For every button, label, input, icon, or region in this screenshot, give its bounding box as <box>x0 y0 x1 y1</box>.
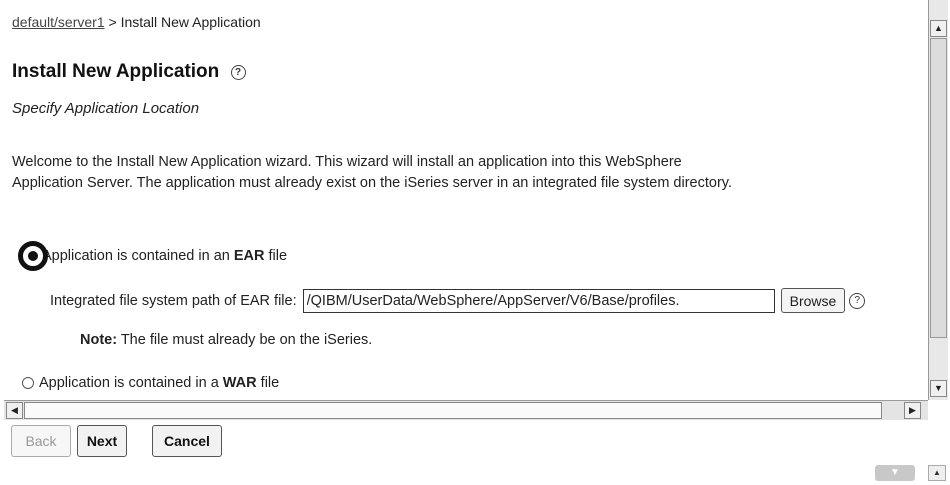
ear-option[interactable]: Application is contained in an EAR file <box>18 241 287 271</box>
browse-button[interactable]: Browse <box>780 288 846 313</box>
note-text: Note: The file must already be on the iS… <box>80 332 372 348</box>
page-subtitle: Specify Application Location <box>12 100 200 117</box>
vertical-scrollbar[interactable]: ▲ ▼ <box>928 0 948 400</box>
intro-line-2: Application Server. The application must… <box>12 175 732 191</box>
next-button[interactable]: Next <box>77 425 127 457</box>
war-option[interactable]: Application is contained in a WAR file <box>22 375 279 391</box>
horizontal-scrollbar[interactable]: ◀ ▶ <box>4 400 928 420</box>
triangle-up-icon[interactable]: ▲ <box>930 20 947 37</box>
help-icon[interactable]: ? <box>849 292 866 309</box>
cancel-button[interactable]: Cancel <box>152 425 222 457</box>
intro-line-1: Welcome to the Install New Application w… <box>12 154 682 170</box>
ear-path-row: Integrated file system path of EAR file:… <box>50 288 866 313</box>
ear-path-label: Integrated file system path of EAR file: <box>50 292 297 309</box>
ear-option-prefix: Application is contained in an <box>42 248 230 264</box>
war-radio-button[interactable] <box>22 377 34 389</box>
triangle-down-icon[interactable]: ▼ <box>930 380 947 397</box>
ear-path-input[interactable] <box>302 288 775 313</box>
war-option-suffix: file <box>256 375 280 391</box>
chevron-down-icon[interactable]: ▼ <box>875 465 915 481</box>
wizard-footer: Back Next Cancel <box>0 420 950 485</box>
triangle-up-icon[interactable]: ▲ <box>928 465 946 481</box>
breadcrumb-link-server[interactable]: default/server1 <box>12 14 105 30</box>
triangle-right-icon[interactable]: ▶ <box>904 402 921 419</box>
back-button[interactable]: Back <box>11 425 71 457</box>
horizontal-scroll-thumb[interactable] <box>24 402 882 419</box>
breadcrumb-separator: > <box>108 14 117 30</box>
intro-text: Welcome to the Install New Application w… <box>12 152 912 194</box>
content-viewport: default/server1 > Install New Applicatio… <box>0 0 928 400</box>
note-label: Note: <box>80 332 118 348</box>
breadcrumb: default/server1 > Install New Applicatio… <box>12 14 261 30</box>
help-icon[interactable]: ? <box>230 65 246 80</box>
page-title-block: Install New Application ? <box>12 61 246 83</box>
triangle-left-icon[interactable]: ◀ <box>6 402 23 419</box>
vertical-scroll-thumb[interactable] <box>930 38 947 338</box>
ear-option-suffix: file <box>264 248 288 264</box>
note-body: The file must already be on the iSeries. <box>117 332 373 348</box>
page-title: Install New Application <box>12 61 220 82</box>
war-option-prefix: Application is contained in a <box>39 375 223 391</box>
ear-option-type: EAR <box>233 248 265 264</box>
ear-radio-button[interactable] <box>18 241 48 271</box>
breadcrumb-current: Install New Application <box>120 14 261 30</box>
war-option-type: WAR <box>222 375 257 391</box>
